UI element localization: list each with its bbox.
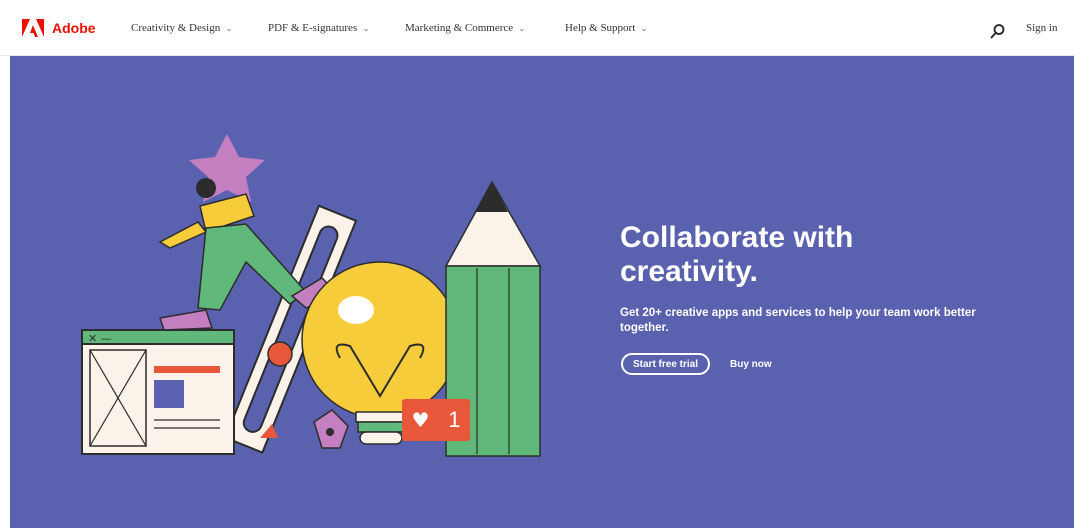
top-navigation: Adobe Creativity & Design ⌄ PDF & E-sign…	[0, 0, 1074, 56]
adobe-logo-icon	[22, 19, 44, 37]
nav-creativity-design[interactable]: Creativity & Design ⌄	[131, 0, 233, 56]
hero-banner: ✕ — ♥ 1 Collaborate with creativity. Get…	[10, 56, 1074, 528]
search-icon[interactable]	[990, 23, 1006, 39]
nav-item-label: Help & Support	[565, 22, 636, 34]
hero-subtext: Get 20+ creative apps and services to he…	[620, 307, 976, 334]
chevron-down-icon: ⌄	[640, 22, 648, 33]
nav-marketing-commerce[interactable]: Marketing & Commerce ⌄	[405, 0, 526, 56]
notification-count: 1	[448, 407, 461, 432]
svg-text:✕ —: ✕ —	[88, 332, 112, 345]
hero-headline: Collaborate with creativity.	[620, 221, 854, 288]
nav-item-label: PDF & E-signatures	[268, 22, 358, 34]
brand-name: Adobe	[52, 20, 96, 36]
like-notification-badge: ♥ 1	[402, 399, 470, 441]
sign-in-link[interactable]: Sign in	[1026, 0, 1057, 56]
nav-item-label: Creativity & Design	[131, 22, 221, 34]
buy-now-link[interactable]: Buy now	[730, 353, 772, 375]
nav-item-label: Marketing & Commerce	[405, 22, 514, 34]
chevron-down-icon: ⌄	[518, 22, 526, 33]
chevron-down-icon: ⌄	[225, 22, 233, 33]
heart-icon: ♥	[411, 408, 430, 432]
nav-pdf-esignatures[interactable]: PDF & E-signatures ⌄	[268, 0, 370, 56]
start-free-trial-button[interactable]: Start free trial	[621, 353, 711, 375]
nav-help-support[interactable]: Help & Support ⌄	[565, 0, 648, 56]
adobe-home-link[interactable]: Adobe	[22, 19, 96, 37]
chevron-down-icon: ⌄	[362, 22, 370, 33]
hero-illustration: ✕ —	[81, 134, 542, 457]
